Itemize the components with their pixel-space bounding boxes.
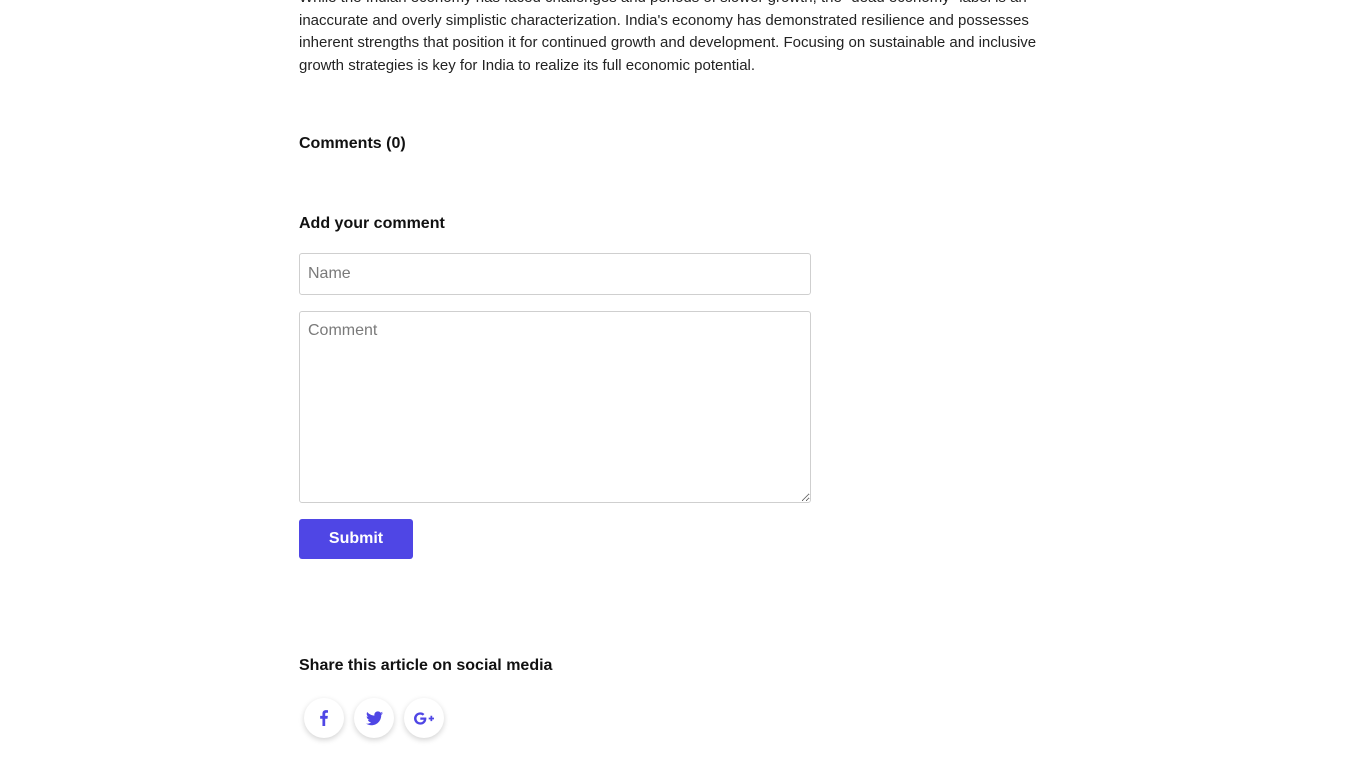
google-plus-icon <box>414 711 434 725</box>
facebook-icon <box>316 710 332 726</box>
article-content: While the Indian economy has faced chall… <box>299 0 1059 738</box>
article-paragraph: While the Indian economy has faced chall… <box>299 0 1037 74</box>
twitter-icon <box>365 710 383 726</box>
share-heading: Share this article on social media <box>299 657 553 674</box>
page: While the Indian economy has faced chall… <box>0 0 1366 767</box>
comment-textarea[interactable] <box>299 311 811 503</box>
add-comment-heading: Add your comment <box>299 215 445 232</box>
submit-button[interactable]: Submit <box>299 519 413 559</box>
google-plus-share-button[interactable] <box>404 698 444 738</box>
twitter-share-button[interactable] <box>354 698 394 738</box>
social-share-buttons <box>304 698 444 738</box>
name-input[interactable] <box>299 253 811 295</box>
comments-heading: Comments (0) <box>299 135 406 152</box>
facebook-share-button[interactable] <box>304 698 344 738</box>
